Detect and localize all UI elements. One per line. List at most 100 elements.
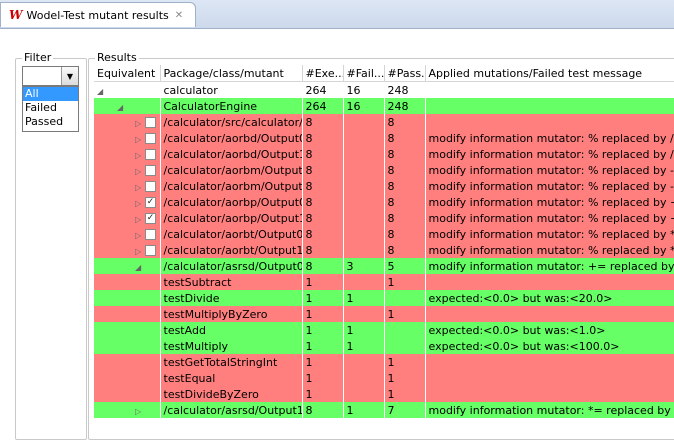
column-header-executed[interactable]: #Exe... [302,65,344,82]
column-header-name[interactable]: Package/class/mutant [160,65,303,82]
table-row[interactable]: ▷/calculator/aorbd/Output1... 8 8 modify in… [94,146,674,162]
mutant-name-cell: /calculator/aorbp/Output1... [160,210,303,226]
equivalent-checkbox[interactable] [145,181,156,192]
column-header-failed[interactable]: #Fail... [343,65,385,82]
mutant-name-cell: testSubtract [160,274,303,290]
table-row[interactable]: ▷/calculator/aorbt/Output0/...88modify i… [94,226,674,242]
collapsed-twisty-icon[interactable]: ▷ [135,199,145,208]
message-cell: expected:<0.0> but was:<1.0> [425,322,674,338]
filter-option-failed[interactable]: Failed [23,101,78,115]
table-row[interactable]: testEqual 1 1 [94,370,674,386]
message-cell: modify information mutator: % replaced b… [425,242,674,258]
equivalent-cell [94,290,161,306]
table-row[interactable]: testDivide 1 1 expected:<0.0> but was:<20.0… [94,290,674,306]
chevron-down-icon[interactable]: ▼ [61,67,78,85]
failed-count-cell [343,354,385,370]
mutant-name-cell: testDivide [160,290,303,306]
message-cell [425,274,674,290]
collapsed-twisty-icon[interactable]: ▷ [135,215,145,224]
failed-count-cell: 1 [343,402,385,418]
equivalent-checkbox[interactable]: ✓ [145,197,156,208]
filter-combo[interactable]: ▼ [22,66,79,86]
collapsed-twisty-icon[interactable]: ▷ [135,119,145,128]
table-row[interactable]: testMultiplyByZero 1 1 [94,306,674,322]
equivalent-checkbox[interactable] [145,133,156,144]
mutant-name-cell: testEqual [160,370,303,386]
message-cell [425,354,674,370]
executed-count-cell: 1 [302,354,344,370]
mutant-name-cell: /calculator/aorbm/Output1... [160,178,303,194]
failed-count-cell [343,274,385,290]
collapsed-twisty-icon[interactable]: ▷ [135,231,145,240]
mutant-name-cell: testDivideByZero [160,386,303,402]
executed-count-cell: 264 [302,98,344,114]
equivalent-checkbox[interactable] [145,165,156,176]
table-row[interactable]: testSubtract 1 1 [94,274,674,290]
table-row[interactable]: ▷/calculator/src/calculator/C...88 [94,114,674,130]
expanded-twisty-icon[interactable]: ◢ [117,103,127,112]
equivalent-cell: ◢ [94,258,161,274]
passed-count-cell: 1 [384,274,426,290]
table-row[interactable]: ▷/calculator/aorbd/Output0... 8 8 modify in… [94,130,674,146]
table-row[interactable]: ▷ ✓/calculator/aorbp/Output1... 8 8 modify i… [94,210,674,226]
equivalent-checkbox[interactable] [145,149,156,160]
table-row[interactable]: testGetTotalStringInt 1 1 [94,354,674,370]
mutant-name-cell: testAdd [160,322,303,338]
equivalent-checkbox[interactable] [145,245,156,256]
results-rows: ◢ calculator 264 16 248 ◢ CalculatorEngine 264 1… [94,81,674,418]
wodel-logo-icon: W [9,8,23,22]
failed-count-cell [343,306,385,322]
failed-count-cell [343,226,385,242]
passed-count-cell [384,322,426,338]
failed-count-cell [343,242,385,258]
mutant-name-cell: /calculator/aorbt/Output1/... [160,242,303,258]
column-header-passed[interactable]: #Pass... [384,65,426,82]
equivalent-checkbox[interactable] [145,117,156,128]
table-row[interactable]: ▷ /calculator/asrsd/Output1/...817modify … [94,402,674,418]
collapsed-twisty-icon[interactable]: ▷ [135,151,145,160]
column-header-message[interactable]: Applied mutations/Failed test message [425,65,674,82]
equivalent-cell: ▷ [94,114,161,130]
table-row[interactable]: ▷/calculator/aorbt/Output1/...88modify i… [94,242,674,258]
executed-count-cell: 264 [302,81,344,98]
mutant-name-cell: testGetTotalStringInt [160,354,303,370]
collapsed-twisty-icon[interactable]: ▷ [135,135,145,144]
failed-count-cell [343,114,385,130]
table-row[interactable]: ▷/calculator/aorbm/Output1...88modify in… [94,178,674,194]
table-row[interactable]: testMultiply 1 1 expected:<0.0> but was:<10… [94,338,674,354]
table-row[interactable]: ▷/calculator/aorbm/Output0...88modify in… [94,162,674,178]
executed-count-cell: 8 [302,402,344,418]
filter-option-all[interactable]: All [23,87,78,101]
table-row[interactable]: testDivideByZero 1 1 [94,386,674,402]
table-row[interactable]: ▷ ✓/calculator/aorbp/Output0... 8 8 modify i… [94,194,674,210]
failed-count-cell: 3 [343,258,385,274]
expanded-twisty-icon[interactable]: ◢ [97,87,107,96]
collapsed-twisty-icon[interactable]: ▷ [135,183,145,192]
equivalent-checkbox[interactable]: ✓ [145,213,156,224]
equivalent-cell: ▷ [94,130,161,146]
column-header-equivalent[interactable]: Equivalent [94,65,161,82]
collapsed-twisty-icon[interactable]: ▷ [135,407,145,416]
collapsed-twisty-icon[interactable]: ▷ [135,247,145,256]
filter-option-passed[interactable]: Passed [23,115,78,129]
table-row[interactable]: ◢ CalculatorEngine 264 16 248 [94,98,674,114]
mutant-name-cell: /calculator/aorbd/Output0... [160,130,303,146]
tab-mutant-results[interactable]: W Wodel-Test mutant results ✕ [0,2,196,27]
mutant-name-cell: /calculator/aorbd/Output1... [160,146,303,162]
table-row[interactable]: ◢ /calculator/asrsd/Output0/...835modify … [94,258,674,274]
message-cell [425,370,674,386]
table-row[interactable]: ◢ calculator 264 16 248 [94,81,674,98]
executed-count-cell: 1 [302,322,344,338]
message-cell [425,98,674,114]
mutant-name-cell: testMultiplyByZero [160,306,303,322]
executed-count-cell: 1 [302,338,344,354]
table-row[interactable]: testAdd 1 1 expected:<0.0> but was:<1.0> [94,322,674,338]
equivalent-cell [94,274,161,290]
equivalent-checkbox[interactable] [145,229,156,240]
passed-count-cell: 8 [384,210,426,226]
equivalent-cell: ▷ ✓ [94,194,161,210]
collapsed-twisty-icon[interactable]: ▷ [135,167,145,176]
close-icon[interactable]: ✕ [175,10,183,21]
expanded-twisty-icon[interactable]: ◢ [135,263,145,272]
message-cell: modify information mutator: % replaced b… [425,146,674,162]
